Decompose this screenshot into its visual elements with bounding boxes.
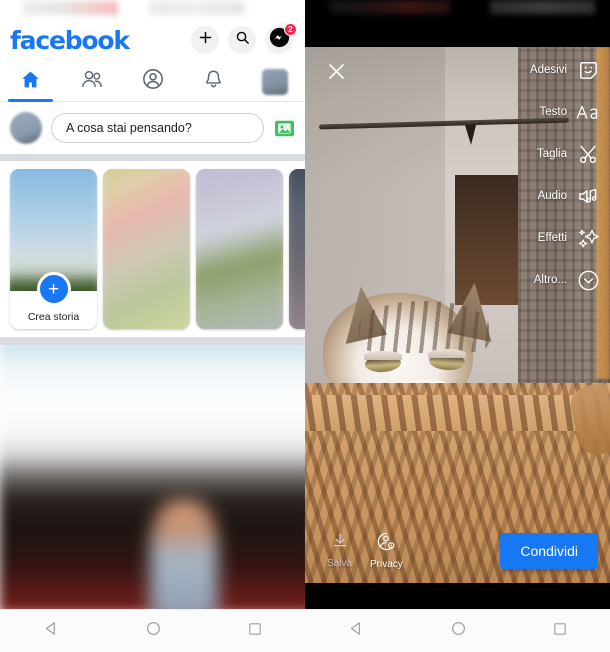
create-story-label: Crea storia — [27, 311, 80, 323]
scissors-icon — [576, 142, 600, 166]
left-phone-facebook-app: facebook 2 A cosa stai pensando? + Crea … — [0, 0, 305, 652]
active-tab-indicator — [8, 99, 53, 102]
messenger-unread-badge: 2 — [284, 23, 297, 36]
tool-crop[interactable]: Taglia — [530, 141, 600, 167]
feed-divider — [0, 337, 305, 345]
privacy-gear-icon — [376, 531, 397, 557]
close-button[interactable] — [323, 61, 349, 87]
cat-eyelid-left — [364, 351, 402, 360]
download-icon — [330, 531, 350, 556]
friends-icon — [80, 69, 104, 95]
story-image — [103, 169, 190, 329]
tab-profile[interactable] — [122, 62, 183, 101]
bell-icon — [203, 68, 224, 95]
android-navigation-bar-left — [0, 609, 305, 652]
sticker-face-icon — [576, 58, 600, 82]
back-triangle-icon[interactable] — [43, 620, 60, 642]
create-story-card[interactable]: + Crea storia — [10, 169, 97, 329]
story-editor-canvas[interactable]: Adesivi Testo Taglia Audio Effetti Altro… — [305, 47, 610, 583]
feed-post-subject — [150, 500, 218, 609]
right-phone-story-editor: Adesivi Testo Taglia Audio Effetti Altro… — [305, 0, 610, 652]
tab-home[interactable] — [0, 62, 61, 102]
profile-circle-icon — [142, 68, 164, 95]
facebook-logo[interactable]: facebook — [10, 26, 130, 55]
back-triangle-icon[interactable] — [348, 620, 365, 642]
tab-notifications[interactable] — [183, 62, 244, 101]
story-thumb-3[interactable] — [289, 169, 305, 329]
tool-audio[interactable]: Audio — [530, 183, 600, 209]
home-circle-icon[interactable] — [450, 620, 467, 642]
home-circle-icon[interactable] — [145, 620, 162, 642]
status-bar-blurred-left — [22, 1, 118, 15]
avatar-menu-icon — [261, 68, 288, 95]
cat-eyelid-right — [428, 349, 466, 358]
facebook-tab-bar — [0, 62, 305, 102]
feed-post[interactable] — [0, 345, 305, 609]
wicker-basket-rim — [305, 395, 610, 431]
story-image — [196, 169, 283, 329]
tool-more-label: Altro... — [533, 274, 567, 286]
tool-text-label: Testo — [539, 106, 568, 118]
tool-more[interactable]: Altro... — [530, 267, 600, 293]
search-button[interactable] — [228, 26, 256, 54]
tool-audio-label: Audio — [537, 190, 567, 202]
tool-stickers-label: Adesivi — [529, 64, 567, 76]
create-button[interactable] — [191, 26, 219, 54]
tool-effects-label: Effetti — [537, 232, 567, 244]
search-icon — [235, 30, 250, 50]
status-bar-right — [305, 0, 610, 47]
editor-bottom-bar: Salva Privacy Condividi — [305, 517, 610, 583]
story-image — [289, 169, 305, 329]
plus-icon: + — [36, 272, 71, 306]
messenger-button[interactable]: 2 — [265, 23, 297, 54]
status-input[interactable]: A cosa stai pensando? — [51, 113, 264, 143]
text-aa-icon — [576, 100, 600, 124]
section-divider — [0, 154, 305, 161]
status-bar-blurred-right — [150, 1, 245, 15]
recents-square-icon[interactable] — [247, 621, 263, 642]
tool-stickers[interactable]: Adesivi — [530, 57, 600, 83]
status-bar-left — [0, 0, 305, 18]
plus-icon — [198, 30, 213, 50]
tool-crop-label: Taglia — [536, 148, 567, 160]
chevron-down-circle-icon — [576, 268, 600, 292]
status-bar-blurred-left — [330, 0, 450, 14]
editor-bottom-actions: Salva Privacy — [305, 531, 403, 570]
sparkles-icon — [576, 226, 600, 250]
cat-forehead-stripes — [359, 301, 489, 353]
tab-menu[interactable] — [244, 62, 305, 101]
tab-friends[interactable] — [61, 62, 122, 101]
stories-tray[interactable]: + Crea storia — [0, 161, 305, 337]
privacy-button[interactable]: Privacy — [370, 531, 403, 570]
privacy-label: Privacy — [370, 558, 403, 570]
editor-letterbox — [305, 583, 610, 609]
close-icon — [326, 61, 347, 87]
editor-tool-list: Adesivi Testo Taglia Audio Effetti Altro… — [530, 57, 600, 293]
save-button[interactable]: Salva — [327, 531, 352, 569]
home-icon — [20, 69, 41, 95]
story-thumb-1[interactable] — [103, 169, 190, 329]
recents-square-icon[interactable] — [552, 621, 568, 642]
photo-library-icon[interactable] — [273, 117, 295, 139]
post-composer: A cosa stai pensando? — [0, 102, 305, 154]
story-thumb-2[interactable] — [196, 169, 283, 329]
share-button[interactable]: Condividi — [500, 533, 598, 569]
dual-phone-screenshot: facebook 2 A cosa stai pensando? + Crea … — [0, 0, 610, 652]
android-navigation-bar-right — [305, 609, 610, 652]
tool-effects[interactable]: Effetti — [530, 225, 600, 251]
tool-text[interactable]: Testo — [530, 99, 600, 125]
status-bar-blurred-right — [490, 0, 595, 14]
save-label: Salva — [327, 557, 353, 569]
music-note-speaker-icon — [576, 184, 600, 208]
facebook-header: facebook 2 — [0, 18, 305, 62]
avatar[interactable] — [10, 112, 42, 144]
header-actions: 2 — [191, 23, 297, 54]
